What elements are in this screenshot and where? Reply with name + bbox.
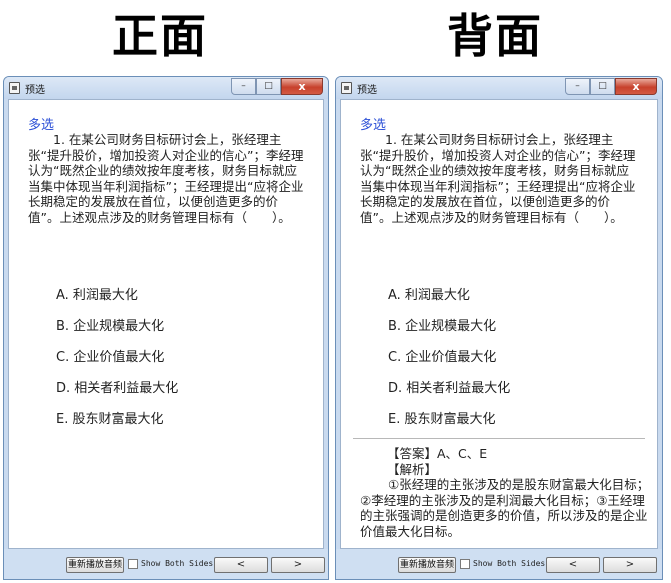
show-both-sides-label[interactable]: Show Both Sides: [141, 559, 213, 568]
option-d: D. 相关者利益最大化: [56, 381, 179, 396]
option-a: A. 利润最大化: [56, 288, 138, 303]
maximize-button[interactable]: □: [590, 78, 615, 95]
show-both-sides-label[interactable]: Show Both Sides: [473, 559, 545, 568]
option-c: C. 企业价值最大化: [56, 350, 165, 365]
option-d: D. 相关者利益最大化: [388, 381, 511, 396]
card-content: 多选 1. 在某公司财务目标研讨会上，张经理主张“提升股价，增加投资人对企业的信…: [8, 99, 324, 549]
question-type: 多选: [360, 118, 387, 133]
minimize-button[interactable]: –: [231, 78, 256, 95]
close-button[interactable]: x: [281, 78, 323, 95]
window-title: 预选: [357, 85, 377, 96]
analysis-label: 【解析】: [387, 461, 438, 477]
minimize-button[interactable]: –: [565, 78, 590, 95]
close-button[interactable]: x: [615, 78, 657, 95]
footer-bar: 重新播放音频 Show Both Sides < >: [4, 549, 328, 579]
replay-audio-button[interactable]: 重新播放音频: [66, 557, 124, 573]
title-bar[interactable]: 预选 – □ x: [4, 77, 328, 99]
preview-window-back: 预选 – □ x 多选 1. 在某公司财务目标研讨会上，张经理主张“提升股价，增…: [335, 76, 663, 580]
window-controls: – □ x: [231, 78, 323, 95]
show-both-sides-checkbox[interactable]: [128, 559, 138, 569]
option-b: B. 企业规模最大化: [388, 319, 497, 334]
analysis-text: ①张经理的主张涉及的是股东财富最大化目标；②李经理的主张涉及的是利润最大化目标；…: [360, 477, 650, 539]
window-title: 预选: [25, 85, 45, 96]
title-bar[interactable]: 预选 – □ x: [336, 77, 662, 99]
answer-line: 【答案】A、C、E: [387, 446, 488, 461]
maximize-button[interactable]: □: [256, 78, 281, 95]
option-e: E. 股东财富最大化: [388, 412, 496, 427]
answer-section: 【答案】A、C、E 【解析】 ①张经理的主张涉及的是股东财富最大化目标；②李经理…: [360, 446, 652, 539]
app-icon: [9, 82, 20, 94]
show-both-sides-checkbox[interactable]: [460, 559, 470, 569]
option-a: A. 利润最大化: [388, 288, 470, 303]
next-button[interactable]: >: [271, 557, 325, 573]
question-text: 1. 在某公司财务目标研讨会上，张经理主张“提升股价，增加投资人对企业的信心”；…: [360, 132, 636, 225]
front-heading: 正面: [112, 9, 208, 63]
app-icon: [341, 82, 352, 94]
card-content: 多选 1. 在某公司财务目标研讨会上，张经理主张“提升股价，增加投资人对企业的信…: [340, 99, 658, 549]
window-controls: – □ x: [565, 78, 657, 95]
prev-button[interactable]: <: [214, 557, 268, 573]
option-e: E. 股东财富最大化: [56, 412, 164, 427]
question-text: 1. 在某公司财务目标研讨会上，张经理主张“提升股价，增加投资人对企业的信心”；…: [28, 132, 304, 225]
option-b: B. 企业规模最大化: [56, 319, 165, 334]
question-type: 多选: [28, 118, 55, 133]
next-button[interactable]: >: [603, 557, 657, 573]
prev-button[interactable]: <: [546, 557, 600, 573]
footer-bar: 重新播放音频 Show Both Sides < >: [336, 549, 662, 579]
answer-divider: [353, 438, 645, 439]
replay-audio-button[interactable]: 重新播放音频: [398, 557, 456, 573]
preview-window-front: 预选 – □ x 多选 1. 在某公司财务目标研讨会上，张经理主张“提升股价，增…: [3, 76, 329, 580]
option-c: C. 企业价值最大化: [388, 350, 497, 365]
back-heading: 背面: [447, 9, 543, 63]
